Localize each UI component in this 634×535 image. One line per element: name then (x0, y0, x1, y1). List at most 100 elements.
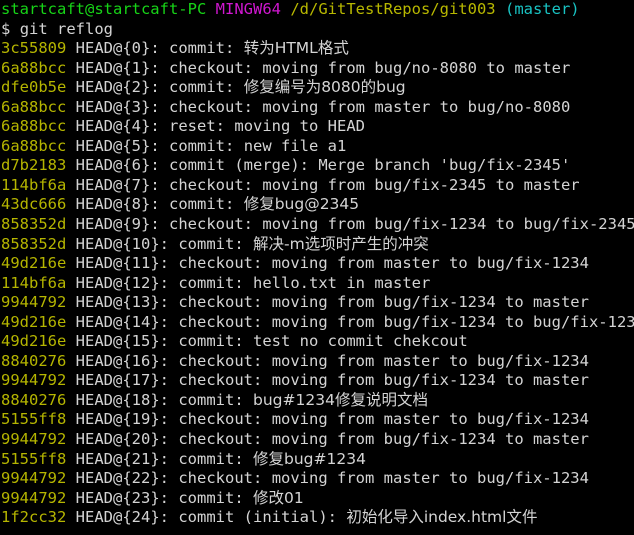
reflog-ref: HEAD@{11}: (75, 254, 169, 273)
reflog-entry: 8840276 HEAD@{16}: checkout: moving from… (0, 352, 634, 372)
reflog-hash: 9944792 (1, 488, 67, 507)
reflog-sep (169, 469, 178, 487)
reflog-sep (66, 489, 75, 507)
reflog-action: commit: (169, 78, 235, 97)
reflog-ref: HEAD@{14}: (75, 312, 169, 331)
reflog-sep (169, 450, 178, 468)
reflog-sep (244, 391, 253, 409)
reflog-ref: HEAD@{0}: (75, 39, 160, 58)
reflog-entry: 114bf6a HEAD@{7}: checkout: moving from … (0, 176, 634, 196)
reflog-sep (234, 137, 243, 155)
reflog-entry: 858352d HEAD@{9}: checkout: moving from … (0, 215, 634, 235)
command-input-line[interactable]: $ git reflog (0, 20, 634, 40)
reflog-action: reset: (169, 117, 226, 136)
reflog-action: checkout: (169, 97, 254, 116)
reflog-sep (66, 59, 75, 77)
reflog-sep (253, 176, 262, 194)
reflog-ref: HEAD@{23}: (75, 488, 169, 507)
reflog-sep (337, 508, 346, 526)
reflog-hash: 43dc666 (1, 195, 67, 214)
reflog-message: moving from bug/fix-1234 to master (271, 293, 589, 312)
reflog-sep (66, 254, 75, 272)
reflog-sep (169, 235, 178, 253)
reflog-action: checkout: (178, 430, 263, 449)
reflog-sep (234, 195, 243, 213)
reflog-message: moving from master to bug/no-8080 (262, 97, 571, 116)
reflog-sep (160, 59, 169, 77)
reflog-hash: 6a88bcc (1, 117, 67, 136)
reflog-hash: 49d216e (1, 312, 67, 331)
reflog-message: new file a1 (243, 136, 347, 155)
reflog-sep (66, 176, 75, 194)
reflog-hash: 9944792 (1, 469, 67, 488)
reflog-message: moving from bug/fix-1234 to master (271, 371, 589, 390)
reflog-sep (253, 98, 262, 116)
reflog-ref: HEAD@{16}: (75, 351, 169, 370)
reflog-sep (225, 117, 234, 135)
reflog-entry: 49d216e HEAD@{15}: commit: test no commi… (0, 332, 634, 352)
reflog-action: commit: (169, 39, 235, 58)
reflog-hash: 9944792 (1, 430, 67, 449)
reflog-message: 修复bug@2345 (243, 195, 360, 214)
reflog-sep (262, 313, 271, 331)
reflog-sep (244, 489, 253, 507)
reflog-output: 3c55809 HEAD@{0}: commit: 转为HTML格式 6a88bc… (0, 39, 634, 528)
reflog-ref: HEAD@{9}: (75, 215, 160, 234)
reflog-message: moving from bug/fix-1234 to bug/fix-1234 (271, 312, 634, 331)
reflog-sep (66, 235, 75, 253)
reflog-message: 解决-m选项时产生的冲突 (253, 234, 429, 253)
reflog-sep (262, 371, 271, 389)
reflog-ref: HEAD@{1}: (75, 58, 160, 77)
reflog-action: checkout: (178, 410, 263, 429)
reflog-sep (253, 59, 262, 77)
reflog-ref: HEAD@{4}: (75, 117, 160, 136)
reflog-sep (262, 469, 271, 487)
reflog-message: moving to HEAD (234, 117, 366, 136)
reflog-sep (253, 215, 262, 233)
reflog-hash: 6a88bcc (1, 58, 67, 77)
terminal-window[interactable]: startcaft@startcaft-PC MINGW64 /d/GitTes… (0, 0, 634, 535)
reflog-entry: 6a88bcc HEAD@{1}: checkout: moving from … (0, 59, 634, 79)
reflog-hash: dfe0b5e (1, 78, 67, 97)
reflog-entry: 9944792 HEAD@{22}: checkout: moving from… (0, 469, 634, 489)
reflog-message: 修复编号为8080的bug (243, 78, 406, 97)
reflog-message: moving from master to bug/fix-1234 (271, 351, 589, 370)
reflog-sep (244, 274, 253, 292)
reflog-sep (244, 235, 253, 253)
reflog-sep (66, 137, 75, 155)
reflog-action: commit: (178, 488, 244, 507)
reflog-message: bug#1234修复说明文档 (253, 390, 428, 409)
reflog-action: checkout: (178, 351, 263, 370)
reflog-action: commit: (178, 390, 244, 409)
reflog-sep (66, 156, 75, 174)
prompt-path: /d/GitTestRepos/git003 (290, 0, 496, 18)
reflog-sep (160, 156, 169, 174)
reflog-action: checkout: (178, 254, 263, 273)
reflog-ref: HEAD@{7}: (75, 175, 160, 194)
reflog-sep (66, 78, 75, 96)
reflog-sep (244, 332, 253, 350)
reflog-ref: HEAD@{20}: (75, 430, 169, 449)
reflog-hash: 1f2cc32 (1, 508, 67, 527)
reflog-sep (169, 274, 178, 292)
reflog-message: 修复bug#1234 (253, 449, 366, 468)
reflog-sep (169, 508, 178, 526)
reflog-sep (160, 78, 169, 96)
reflog-action: commit (merge): (169, 156, 309, 175)
prompt-symbol: $ (1, 19, 11, 38)
reflog-entry: 6a88bcc HEAD@{5}: commit: new file a1 (0, 137, 634, 157)
reflog-ref: HEAD@{24}: (75, 508, 169, 527)
reflog-sep (234, 78, 243, 96)
reflog-message: test no commit chekcout (253, 332, 468, 351)
reflog-ref: HEAD@{6}: (75, 156, 160, 175)
reflog-entry: 114bf6a HEAD@{12}: commit: hello.txt in … (0, 274, 634, 294)
reflog-sep (66, 215, 75, 233)
reflog-message: 修改01 (253, 488, 304, 507)
reflog-entry: 858352d HEAD@{10}: commit: 解决-m选项时产生的冲突 (0, 235, 634, 255)
reflog-ref: HEAD@{3}: (75, 97, 160, 116)
reflog-ref: HEAD@{13}: (75, 293, 169, 312)
reflog-hash: 8840276 (1, 351, 67, 370)
reflog-ref: HEAD@{17}: (75, 371, 169, 390)
reflog-sep (66, 39, 75, 57)
reflog-sep (66, 195, 75, 213)
